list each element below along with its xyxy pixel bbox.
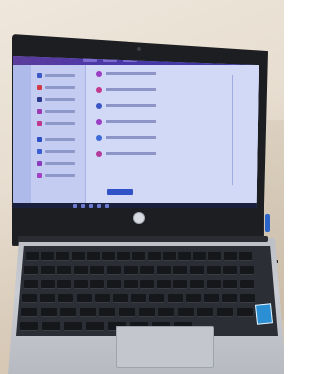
keyboard-key [156,280,171,289]
keyboard-key [76,294,92,303]
keyboard-key [57,280,72,289]
keyboard-key [41,252,55,261]
keyboard-key [56,252,70,261]
keyboard-key [79,308,96,317]
laptop-hinge [18,236,268,242]
webcam-icon [137,47,141,51]
keyboard-key [102,252,115,261]
keyboard-key [206,266,221,275]
folder-pane [31,65,86,203]
keyboard-key [208,252,222,261]
app-rail [13,65,31,203]
keyboard-key [42,322,60,331]
brand-logo-icon [133,212,145,224]
app-window [13,65,259,203]
keyboard-key [173,280,188,289]
keyboard-key [119,308,135,317]
keyboard-key [217,308,233,317]
keyboard-key [117,252,131,261]
keyboard-key [99,308,116,317]
keyboard-key [58,294,74,303]
touchpad [116,326,214,368]
keyboard-key [107,280,121,289]
keyboard-key [90,280,105,289]
keyboard-key [26,252,39,261]
keyboard-key [238,252,252,261]
keyboard-key [149,294,165,303]
keyboard-key [24,280,38,289]
keyboard-key [173,266,188,275]
keyboard-key [140,280,155,289]
taskbar-icon [89,204,93,208]
taskbar-icon [97,204,101,208]
keyboard-key [73,280,88,289]
message-row [96,87,166,93]
keyboard-key [71,252,85,261]
message-row [96,119,166,125]
keyboard-key [40,280,55,289]
message-row [96,151,166,157]
keyboard-key [147,252,161,261]
keyboard-key [190,280,204,289]
keyboard-key [40,266,55,275]
keyboard-key [24,266,38,275]
keyboard-key [86,252,100,261]
keyboard-key [60,308,77,317]
keyboard-key [223,266,238,275]
keyboard-key [177,308,194,317]
keyboard-key [197,308,214,317]
keyboard-key [236,308,253,317]
keyboard-key [113,294,128,303]
message-row [96,71,166,77]
laptop-screen [13,56,259,208]
keyboard-key [223,280,238,289]
taskbar-icon [81,204,85,208]
taskbar-icon [105,204,109,208]
keyboard-key [222,294,238,303]
keyboard-key [193,252,207,261]
keyboard-key [158,308,175,317]
keyboard-key [94,294,110,303]
keyboard-key [140,266,155,275]
keyboard-key [123,266,138,275]
primary-button [107,189,133,195]
keyboard-key [22,294,37,303]
keyboard-key [162,252,176,261]
keyboard-key [223,252,237,261]
taskbar-icon [73,204,77,208]
keyboard-key [21,308,37,317]
keyboard-key [239,266,254,275]
keyboard-key [86,322,104,331]
message-row [96,103,166,109]
message-row [96,135,166,141]
cable-connector [265,214,270,232]
photo [0,0,284,374]
keyboard-key [190,266,204,275]
taskbar [13,203,259,208]
keyboard-key [132,252,146,261]
keyboard-key [185,294,201,303]
message-pane [86,65,259,203]
pane-divider [232,75,233,185]
sticker [254,303,274,325]
keyboard-key [239,280,254,289]
keyboard-key [138,308,155,317]
keyboard-key [64,322,82,331]
keyboard-key [240,294,256,303]
keyboard-key [123,280,138,289]
keyboard-key [204,294,219,303]
keyboard-key [57,266,72,275]
keyboard-key [40,294,56,303]
keyboard-key [178,252,191,261]
keyboard-key [20,322,38,331]
keyboard-key [167,294,183,303]
keyboard-key [107,266,121,275]
keyboard-key [156,266,171,275]
keyboard-key [73,266,88,275]
keyboard-key [40,308,57,317]
keyboard-key [131,294,147,303]
keyboard-key [90,266,105,275]
keyboard-key [206,280,221,289]
